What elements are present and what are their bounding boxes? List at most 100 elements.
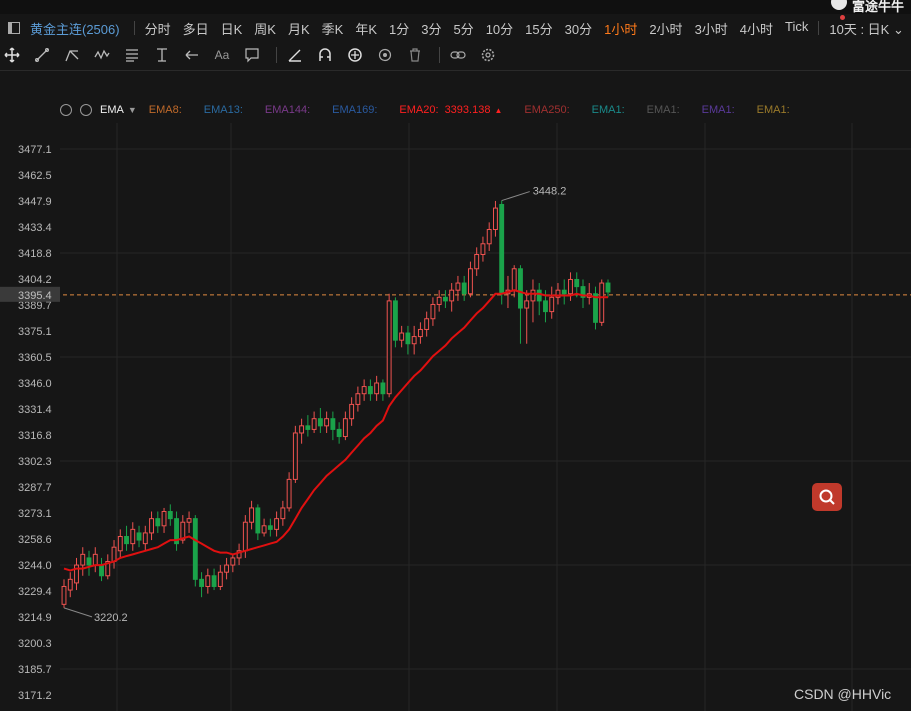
- price-axis-label: 3229.4: [18, 586, 52, 598]
- price-axis-label: 3346.0: [18, 378, 52, 390]
- candle-body: [524, 300, 530, 309]
- candle-body: [274, 518, 280, 530]
- price-axis-label: 3316.8: [18, 430, 52, 442]
- ema-item[interactable]: EMA20: 3393.138 ▲: [399, 104, 502, 116]
- candle-body: [399, 332, 405, 341]
- ema-item[interactable]: EMA13:: [204, 104, 243, 116]
- candle-body: [455, 282, 461, 291]
- ema-item[interactable]: EMA1:: [702, 104, 735, 116]
- candle-body: [186, 518, 192, 523]
- indicator-bar: EMA ▼ EMA8: EMA13: EMA144: EMA169: EMA20: 339…: [60, 100, 812, 120]
- candle-body: [124, 536, 129, 545]
- price-axis-label: 3302.3: [18, 456, 52, 468]
- candle-body: [280, 507, 286, 520]
- candle-body: [255, 507, 261, 534]
- candle-body: [461, 282, 467, 295]
- candle-body: [549, 296, 555, 313]
- ema-item[interactable]: EMA1:: [592, 104, 625, 116]
- candle-body: [230, 557, 236, 566]
- candle-body: [149, 518, 154, 534]
- candle-body: [486, 228, 492, 245]
- low-price-label: 3220.2: [94, 612, 128, 624]
- price-axis-label: 3477.1: [18, 144, 52, 156]
- ema-item[interactable]: EMA169:: [332, 104, 377, 116]
- candle-body: [242, 521, 248, 552]
- candle-body: [292, 432, 298, 480]
- candle-body: [349, 403, 355, 420]
- candle-body: [543, 300, 548, 313]
- price-axis-label: 3360.5: [18, 352, 52, 364]
- ema-label: EMA1:: [756, 104, 790, 116]
- candle-body: [530, 289, 536, 302]
- trend-up-icon: ▲: [494, 106, 503, 115]
- ema-item[interactable]: EMA1:: [647, 104, 680, 116]
- chevron-down-icon[interactable]: ▼: [128, 105, 137, 115]
- candle-body: [568, 278, 573, 295]
- candle-body: [467, 268, 473, 295]
- ema-label: EMA250:: [524, 104, 570, 116]
- candle-body: [142, 532, 148, 545]
- candle-body: [518, 268, 523, 309]
- candle-body: [99, 564, 104, 577]
- candle-body: [155, 518, 161, 527]
- ema-item[interactable]: EMA1:: [757, 104, 790, 116]
- candle-body: [511, 268, 517, 291]
- candle-body: [317, 418, 323, 427]
- candle-body: [205, 575, 211, 587]
- candle-body: [449, 289, 455, 302]
- candle-body: [80, 553, 86, 566]
- current-price-label: 3395.4: [18, 290, 52, 302]
- candle-body: [249, 507, 255, 523]
- candle-body: [392, 300, 398, 341]
- candle-body: [267, 525, 273, 530]
- candle-body: [574, 278, 580, 288]
- candle-body: [111, 546, 117, 562]
- candle-body: [199, 578, 205, 587]
- candle-body: [424, 318, 430, 330]
- price-axis-label: 3171.2: [18, 690, 52, 702]
- ema-label: EMA1:: [646, 104, 680, 116]
- price-axis-label: 3418.8: [18, 248, 52, 260]
- close-icon[interactable]: [80, 104, 92, 116]
- candle-body: [361, 386, 367, 395]
- price-axis-label: 3287.7: [18, 482, 52, 494]
- price-axis-label: 3258.6: [18, 534, 52, 546]
- ema-label: EMA1:: [701, 104, 735, 116]
- candle-body: [430, 303, 436, 320]
- candle-body: [499, 204, 505, 295]
- candle-body: [386, 300, 392, 395]
- settings-icon[interactable]: [60, 104, 72, 116]
- candle-body: [480, 243, 486, 255]
- search-button[interactable]: [812, 483, 842, 511]
- ema-item[interactable]: EMA8:: [149, 104, 182, 116]
- ema-label: EMA1:: [591, 104, 625, 116]
- search-icon: [819, 489, 835, 505]
- candle-body: [324, 418, 330, 427]
- ema-label: EMA13:: [203, 104, 243, 116]
- ema-item[interactable]: EMA144:: [265, 104, 310, 116]
- price-axis-label: 3433.4: [18, 222, 52, 234]
- price-axis-label: 3447.9: [18, 196, 52, 208]
- candle-body: [211, 575, 217, 587]
- candle-body: [311, 418, 317, 430]
- candle-body: [405, 332, 411, 345]
- candle-body: [442, 296, 448, 302]
- indicator-name[interactable]: EMA: [100, 104, 124, 116]
- price-axis-label: 3214.9: [18, 612, 52, 624]
- candle-body: [117, 536, 123, 552]
- candle-body: [536, 289, 542, 302]
- price-axis-label: 3244.0: [18, 560, 52, 572]
- candle-body: [336, 428, 342, 438]
- ema-label: EMA144:: [264, 104, 311, 116]
- watermark: CSDN @HHVic: [794, 686, 892, 702]
- candle-body: [380, 382, 386, 395]
- ema-item[interactable]: EMA250:: [524, 104, 569, 116]
- price-axis-label: 3375.1: [18, 326, 52, 338]
- candle-body: [342, 418, 348, 438]
- ema-items: EMA8: EMA13: EMA144: EMA169: EMA20: 3393.138 ▲…: [149, 104, 812, 116]
- candle-body: [192, 518, 198, 580]
- candle-body: [411, 336, 417, 345]
- candle-body: [161, 511, 167, 527]
- ema-label: EMA169:: [332, 104, 378, 116]
- candle-body: [305, 425, 311, 430]
